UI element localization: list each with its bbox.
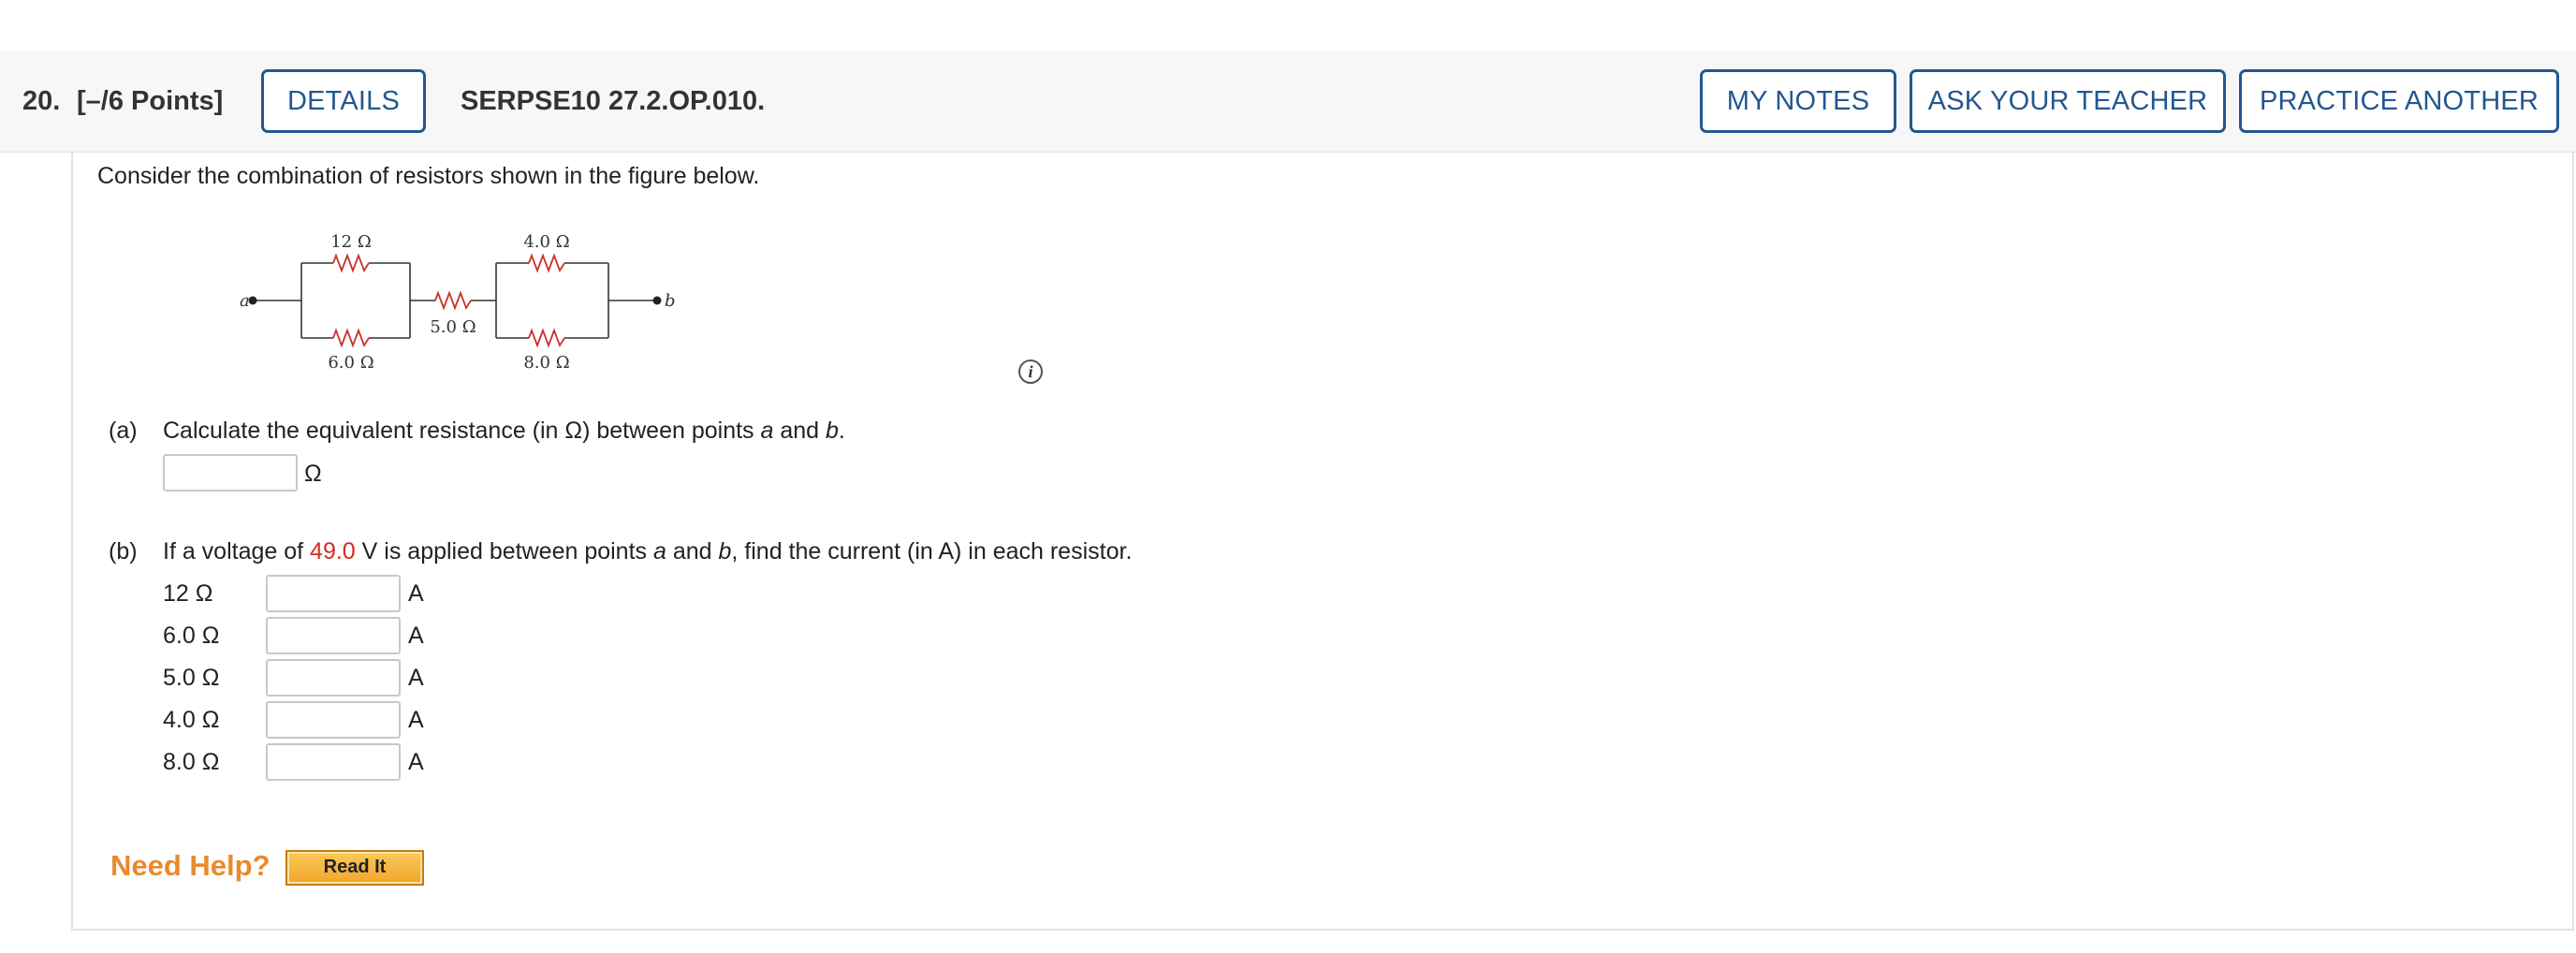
point-b-label: b <box>665 291 676 311</box>
row-unit-6-ohm: A <box>408 623 424 649</box>
current-5-ohm-input[interactable] <box>266 659 401 696</box>
row-label-12-ohm: 12 Ω <box>163 580 213 607</box>
row-unit-8-ohm: A <box>408 749 424 775</box>
question-code: SERPSE10 27.2.OP.010. <box>461 86 766 116</box>
points-label: [–/6 Points] <box>77 86 224 116</box>
voltage-value: 49.0 <box>310 538 356 564</box>
need-help-label: Need Help? <box>110 849 271 882</box>
question-header: 20. [–/6 Points] DETAILS SERPSE10 27.2.O… <box>0 51 2576 153</box>
resistor-12-ohm <box>332 253 370 273</box>
label-12-ohm: 12 Ω <box>330 232 372 252</box>
current-12-ohm-input[interactable] <box>266 575 401 612</box>
question-number: 20. <box>22 86 61 116</box>
part-a-label: (a) <box>109 418 138 444</box>
read-it-button[interactable]: Read It <box>285 850 424 886</box>
current-6-ohm-input[interactable] <box>266 617 401 654</box>
row-label-5-ohm: 5.0 Ω <box>163 665 220 691</box>
current-4-ohm-input[interactable] <box>266 701 401 739</box>
practice-another-button[interactable]: PRACTICE ANOTHER <box>2239 69 2559 133</box>
ask-teacher-button[interactable]: ASK YOUR TEACHER <box>1910 69 2226 133</box>
problem-intro: Consider the combination of resistors sh… <box>97 163 760 189</box>
label-4-ohm: 4.0 Ω <box>523 232 569 252</box>
part-b-label: (b) <box>109 538 138 564</box>
part-a-question: Calculate the equivalent resistance (in … <box>163 418 845 444</box>
resistor-6-ohm <box>332 328 370 348</box>
row-unit-12-ohm: A <box>408 580 424 607</box>
row-unit-5-ohm: A <box>408 665 424 691</box>
part-b-question: If a voltage of 49.0 V is applied betwee… <box>163 538 1133 564</box>
resistor-8-ohm <box>528 328 565 348</box>
terminal-a <box>248 296 257 305</box>
row-label-6-ohm: 6.0 Ω <box>163 623 220 649</box>
terminal-b <box>652 296 662 305</box>
point-a-label: a <box>240 291 250 311</box>
row-label-8-ohm: 8.0 Ω <box>163 749 220 775</box>
row-unit-4-ohm: A <box>408 707 424 733</box>
label-6-ohm: 6.0 Ω <box>328 353 373 373</box>
details-button[interactable]: DETAILS <box>261 69 426 133</box>
info-icon[interactable]: i <box>1018 359 1043 384</box>
current-8-ohm-input[interactable] <box>266 743 401 781</box>
my-notes-button[interactable]: MY NOTES <box>1700 69 1896 133</box>
label-8-ohm: 8.0 Ω <box>523 353 569 373</box>
part-a-unit: Ω <box>304 461 322 487</box>
label-5-ohm: 5.0 Ω <box>430 317 476 337</box>
equivalent-resistance-input[interactable] <box>163 454 298 491</box>
resistor-4-ohm <box>528 253 565 273</box>
row-label-4-ohm: 4.0 Ω <box>163 707 220 733</box>
circuit-diagram: a b 12 Ω 6.0 Ω 5.0 Ω 4.0 Ω 8.0 Ω <box>240 232 676 373</box>
resistor-5-ohm <box>434 290 472 311</box>
